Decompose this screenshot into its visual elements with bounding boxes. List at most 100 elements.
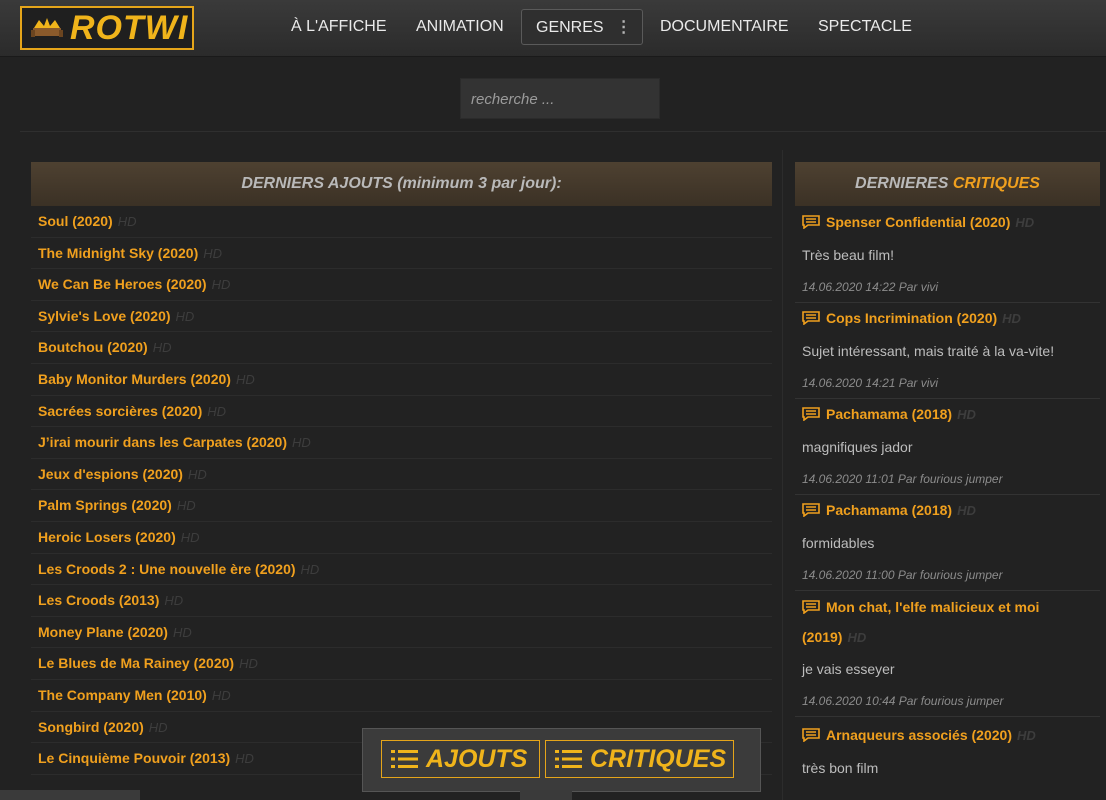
list-item: Money Plane (2020) HD — [31, 617, 772, 649]
site-logo[interactable]: ROTWI — [20, 6, 194, 50]
review-item: Arnaqueurs associés (2020) HD très bon fi… — [795, 719, 1100, 784]
list-item: Heroic Losers (2020) HD — [31, 522, 772, 554]
movie-link[interactable]: Money Plane (2020) — [38, 624, 168, 640]
movie-link[interactable]: Les Croods 2 : Une nouvelle ère (2020) — [38, 561, 296, 577]
logo-text: ROTWI — [70, 8, 189, 47]
nav-item-animation[interactable]: ANIMATION — [416, 9, 504, 45]
nav-genres-label: GENRES — [536, 19, 604, 36]
movie-link[interactable]: The Company Men (2010) — [38, 687, 207, 703]
hd-badge: HD — [148, 719, 168, 735]
review-title: Pachamama (2018) — [826, 502, 953, 518]
hd-badge: HD — [292, 435, 311, 451]
movie-link[interactable]: Le Cinquième Pouvoir (2013) — [38, 750, 230, 766]
hd-badge: HD — [235, 751, 254, 767]
review-item: Pachamama (2018) HD magnifiques jador 14.… — [795, 398, 1100, 495]
ajouts-button[interactable]: AJOUTS — [381, 740, 540, 778]
list-item: The Company Men (2010) HD — [31, 680, 772, 712]
ajouts-label: AJOUTS — [426, 745, 528, 773]
list-item: J’irai mourir dans les Carpates (2020) HD — [31, 427, 772, 459]
reviews-heading-part2: CRITIQUES — [952, 175, 1040, 192]
list-item: Les Croods 2 : Une nouvelle ère (2020) HD — [31, 554, 772, 586]
list-item: Jeux d'espions (2020) HD — [31, 459, 772, 491]
list-item: Boutchou (2020) HD — [31, 332, 772, 364]
movie-link[interactable]: Palm Springs (2020) — [38, 497, 172, 513]
review-item: Spenser Confidential (2020) HD Très beau … — [795, 206, 1100, 303]
review-title-link[interactable]: Spenser Confidential (2020) HD — [795, 206, 1100, 239]
hd-badge: HD — [172, 624, 192, 640]
review-meta: 14.06.2020 10:44 Par fourious jumper — [795, 685, 1100, 717]
hd-badge: HD — [235, 371, 255, 387]
movie-link[interactable]: The Midnight Sky (2020) — [38, 245, 198, 261]
nav-item-spectacle[interactable]: SPECTACLE — [818, 9, 912, 45]
hd-badge: HD — [203, 245, 223, 261]
review-meta: 14.06.2020 11:00 Par fourious jumper — [795, 559, 1100, 591]
movie-link[interactable]: Le Blues de Ma Rainey (2020) — [38, 655, 234, 671]
comment-icon — [802, 728, 820, 742]
movie-link[interactable]: Les Croods (2013) — [38, 592, 159, 608]
latest-reviews-heading: DERNIERES CRITIQUES — [795, 162, 1100, 206]
review-title-link[interactable]: Arnaqueurs associés (2020) HD — [795, 719, 1100, 752]
review-title-link[interactable]: Pachamama (2018) HD — [795, 494, 1100, 527]
hd-badge: HD — [180, 529, 200, 545]
search-input[interactable]: recherche ... — [460, 78, 660, 119]
comment-icon — [802, 503, 820, 517]
review-text: magnifiques jador — [802, 439, 913, 455]
movie-link[interactable]: J’irai mourir dans les Carpates (2020) — [38, 434, 287, 450]
movie-link[interactable]: Baby Monitor Murders (2020) — [38, 371, 231, 387]
hd-badge: HD — [957, 407, 976, 422]
list-icon — [391, 750, 418, 768]
hd-badge: HD — [1002, 311, 1021, 326]
nav-item-documentaire[interactable]: DOCUMENTAIRE — [660, 9, 789, 45]
movie-link[interactable]: Sacrées sorcières (2020) — [38, 403, 202, 419]
review-title-link[interactable]: Pachamama (2018) HD — [795, 398, 1100, 431]
hd-badge: HD — [957, 503, 976, 518]
hd-badge: HD — [187, 466, 207, 482]
reviews-heading-part1: DERNIERES — [855, 175, 949, 192]
comment-icon — [802, 311, 820, 325]
review-item: Mon chat, l'elfe malicieux et moi (2019)… — [795, 592, 1100, 717]
critiques-button[interactable]: CRITIQUES — [545, 740, 734, 778]
list-item: Palm Springs (2020) HD — [31, 490, 772, 522]
review-title-link[interactable]: Cops Incrimination (2020) HD — [795, 302, 1100, 335]
movie-link[interactable]: Jeux d'espions (2020) — [38, 466, 183, 482]
movie-link[interactable]: Soul (2020) — [38, 213, 113, 229]
hd-badge: HD — [117, 214, 137, 229]
floating-action-bar: AJOUTS CRITIQUES — [362, 728, 761, 792]
bottom-bar-fragment — [520, 790, 572, 800]
review-title: Spenser Confidential (2020) — [826, 214, 1011, 230]
review-title-link[interactable]: Mon chat, l'elfe malicieux et moi (2019)… — [795, 592, 1100, 653]
hd-badge: HD — [164, 593, 184, 609]
top-navigation-bar: ROTWI À L'AFFICHE ANIMATION GENRES ⋮ DOCU… — [0, 0, 1106, 57]
review-title: Mon chat, l'elfe malicieux et moi (2019) — [802, 599, 1040, 645]
hd-badge: HD — [176, 498, 196, 514]
divider — [20, 131, 1106, 132]
review-title: Arnaqueurs associés (2020) — [826, 727, 1012, 743]
movie-link[interactable]: Heroic Losers (2020) — [38, 529, 176, 545]
review-text: Sujet intéressant, mais traité à la va-v… — [802, 343, 1055, 359]
review-item: Cops Incrimination (2020) HD Sujet intére… — [795, 302, 1100, 399]
column-divider — [782, 150, 783, 800]
list-item: The Midnight Sky (2020) HD — [31, 238, 772, 270]
hd-badge: HD — [239, 656, 258, 672]
comment-icon — [802, 407, 820, 421]
hd-badge: HD — [175, 308, 195, 324]
list-item: Sacrées sorcières (2020) HD — [31, 396, 772, 428]
nav-item-genres-dropdown[interactable]: GENRES ⋮ — [521, 9, 643, 45]
review-text: Très beau film! — [802, 247, 895, 263]
hd-badge: HD — [211, 277, 231, 293]
list-item: We Can Be Heroes (2020) HD — [31, 269, 772, 301]
movie-link[interactable]: Songbird (2020) — [38, 719, 144, 735]
movie-link[interactable]: Boutchou (2020) — [38, 339, 148, 355]
movie-link[interactable]: We Can Be Heroes (2020) — [38, 276, 207, 292]
hd-badge: HD — [1015, 215, 1035, 230]
hd-badge: HD — [1016, 728, 1036, 743]
hd-badge: HD — [207, 403, 227, 419]
comment-icon — [802, 215, 820, 229]
review-text: je vais esseyer — [802, 661, 895, 677]
list-item: Soul (2020) HD — [31, 206, 772, 238]
list-item: Le Blues de Ma Rainey (2020) HD — [31, 648, 772, 680]
list-item: Les Croods (2013) HD — [31, 585, 772, 617]
review-title: Pachamama (2018) — [826, 406, 953, 422]
movie-link[interactable]: Sylvie's Love (2020) — [38, 308, 171, 324]
nav-item-affiche[interactable]: À L'AFFICHE — [291, 9, 387, 45]
